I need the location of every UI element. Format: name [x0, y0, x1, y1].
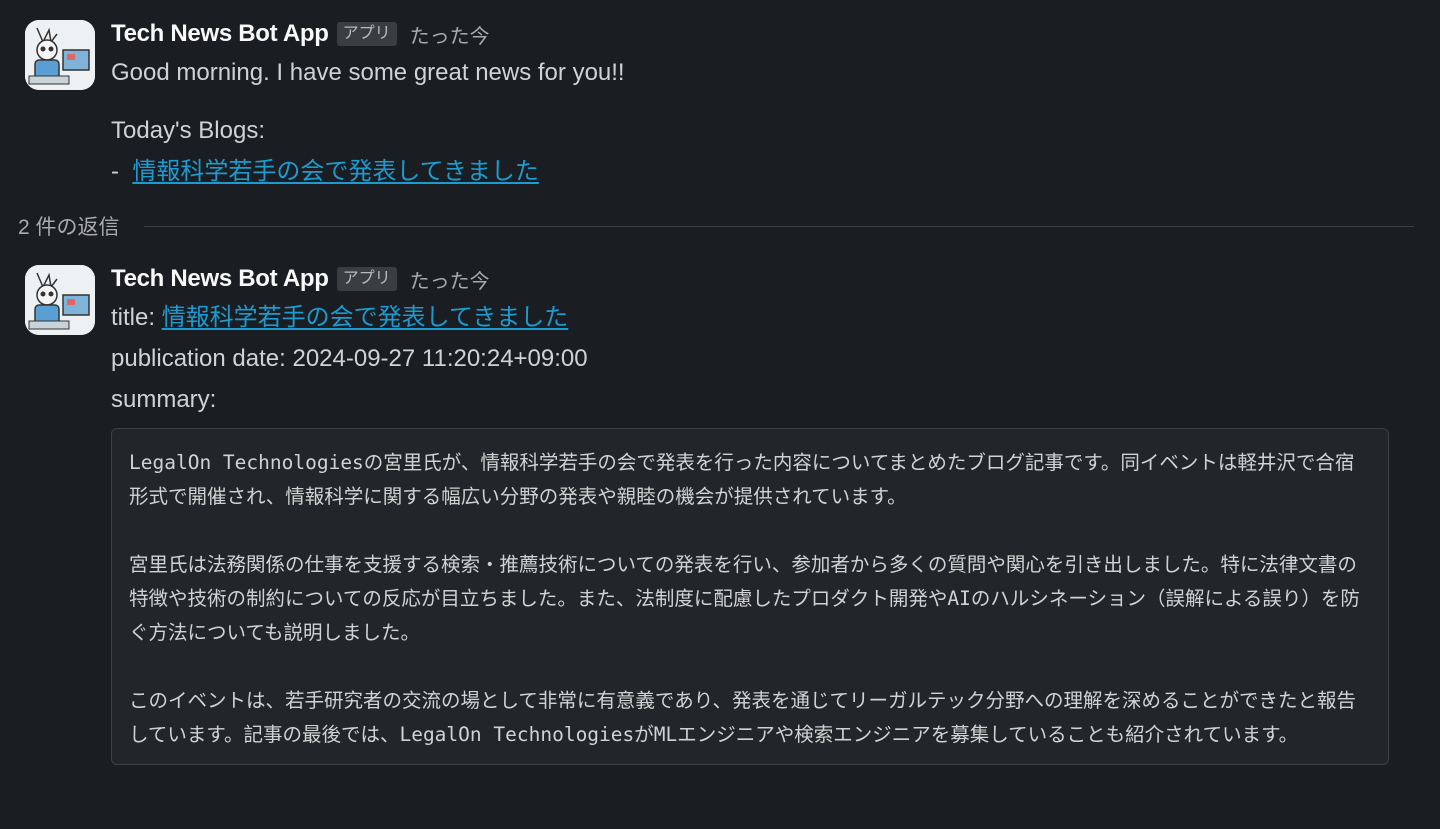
sender-name[interactable]: Tech News Bot App	[111, 265, 329, 293]
publication-date: publication date: 2024-09-27 11:20:24+09…	[111, 345, 588, 372]
bot-avatar-icon[interactable]	[25, 265, 95, 335]
title-link[interactable]: 情報科学若手の会で発表してきました	[162, 304, 569, 331]
message-content: Tech News Bot App アプリ たった今 Good morning.…	[111, 16, 1426, 192]
blog-list-item: - 情報科学若手の会で発表してきました	[111, 151, 1426, 192]
summary-paragraph: このイベントは、若手研究者の交流の場として非常に有意義であり、発表を通じてリーガ…	[129, 689, 1356, 746]
bot-avatar-icon[interactable]	[25, 20, 95, 90]
divider-line	[143, 225, 1414, 227]
greeting-text: Good morning. I have some great news for…	[111, 59, 625, 86]
app-badge: アプリ	[336, 267, 397, 291]
message-timestamp[interactable]: たった今	[410, 20, 490, 49]
replies-count[interactable]: 2 件の返信	[18, 211, 120, 241]
bullet: -	[111, 158, 119, 185]
blogs-heading: Today's Blogs:	[111, 117, 265, 144]
message-content: Tech News Bot App アプリ たった今 title: 情報科学若手…	[111, 261, 1426, 765]
replies-divider: 2 件の返信	[18, 211, 1414, 241]
summary-label: summary:	[111, 386, 217, 413]
app-badge: アプリ	[336, 22, 397, 46]
title-line: title: 情報科学若手の会で発表してきました	[111, 297, 1426, 338]
sender-name[interactable]: Tech News Bot App	[111, 20, 329, 48]
summary-code-block: LegalOn Technologiesの宮里氏が、情報科学若手の会で発表を行っ…	[111, 428, 1389, 765]
message-timestamp[interactable]: たった今	[410, 265, 490, 294]
title-label: title:	[111, 304, 156, 331]
message-header: Tech News Bot App アプリ たった今	[111, 16, 1426, 52]
summary-paragraph: LegalOn Technologiesの宮里氏が、情報科学若手の会で発表を行っ…	[129, 451, 1355, 508]
summary-paragraph: 宮里氏は法務関係の仕事を支援する検索・推薦技術についての発表を行い、参加者から多…	[129, 553, 1360, 644]
message-header: Tech News Bot App アプリ たった今	[111, 261, 1426, 297]
blog-link[interactable]: 情報科学若手の会で発表してきました	[132, 158, 539, 185]
message-thread: Tech News Bot App アプリ たった今 Good morning.…	[0, 0, 1440, 829]
